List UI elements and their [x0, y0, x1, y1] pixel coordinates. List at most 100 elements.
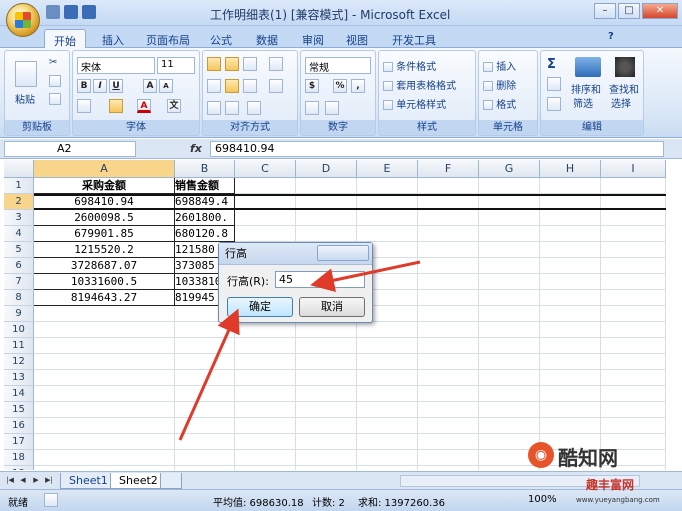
- fill-color-icon[interactable]: [109, 99, 123, 113]
- table-cell[interactable]: [34, 386, 175, 402]
- table-cell[interactable]: [357, 210, 418, 226]
- table-cell[interactable]: 采购金额: [34, 178, 175, 194]
- table-cell[interactable]: [418, 306, 479, 322]
- wrap-text-icon[interactable]: [269, 57, 283, 71]
- table-cell[interactable]: 698849.4: [175, 194, 235, 210]
- tab-data[interactable]: 数据: [250, 29, 284, 48]
- column-header-b[interactable]: B: [175, 160, 235, 178]
- table-cell[interactable]: [235, 354, 296, 370]
- table-cell[interactable]: [296, 386, 357, 402]
- table-cell[interactable]: [418, 322, 479, 338]
- table-cell[interactable]: [235, 418, 296, 434]
- table-cell[interactable]: [418, 274, 479, 290]
- table-cell[interactable]: [479, 194, 540, 210]
- borders-icon[interactable]: [77, 99, 91, 113]
- format-as-table-button[interactable]: 套用表格格式: [383, 77, 456, 92]
- office-button[interactable]: [6, 3, 40, 37]
- table-cell[interactable]: [34, 402, 175, 418]
- table-cell[interactable]: [296, 210, 357, 226]
- tab-page-layout[interactable]: 页面布局: [140, 29, 196, 48]
- align-center-icon[interactable]: [225, 79, 239, 93]
- minimize-button[interactable]: –: [594, 3, 616, 19]
- table-cell[interactable]: [601, 242, 666, 258]
- table-cell[interactable]: [418, 402, 479, 418]
- table-cell[interactable]: [357, 370, 418, 386]
- table-cell[interactable]: [296, 194, 357, 210]
- name-box[interactable]: A2: [4, 141, 136, 157]
- column-header-a[interactable]: A: [34, 160, 175, 178]
- table-cell[interactable]: [540, 274, 601, 290]
- align-left-icon[interactable]: [207, 79, 221, 93]
- table-cell[interactable]: [418, 210, 479, 226]
- table-cell[interactable]: [34, 370, 175, 386]
- table-cell[interactable]: [357, 386, 418, 402]
- merge-center-icon[interactable]: [269, 79, 283, 93]
- find-select-label-2[interactable]: 选择: [611, 95, 631, 110]
- table-cell[interactable]: [296, 178, 357, 194]
- table-cell[interactable]: [34, 322, 175, 338]
- table-cell[interactable]: 680120.8: [175, 226, 235, 242]
- cut-icon[interactable]: ✂: [49, 57, 57, 68]
- row-header[interactable]: 18: [4, 450, 34, 466]
- table-cell[interactable]: [34, 434, 175, 450]
- table-cell[interactable]: [418, 450, 479, 466]
- table-cell[interactable]: [357, 434, 418, 450]
- table-cell[interactable]: [540, 306, 601, 322]
- table-cell[interactable]: [601, 258, 666, 274]
- row-header[interactable]: 10: [4, 322, 34, 338]
- table-cell[interactable]: [175, 370, 235, 386]
- table-cell[interactable]: [235, 322, 296, 338]
- table-cell[interactable]: [601, 178, 666, 194]
- decrease-decimal-icon[interactable]: [325, 101, 339, 115]
- underline-button[interactable]: U: [109, 79, 123, 93]
- table-cell[interactable]: [34, 306, 175, 322]
- row-header[interactable]: 16: [4, 418, 34, 434]
- table-cell[interactable]: [175, 450, 235, 466]
- table-cell[interactable]: [357, 322, 418, 338]
- table-cell[interactable]: [357, 418, 418, 434]
- orientation-icon[interactable]: [247, 101, 261, 115]
- format-cells-button[interactable]: 格式: [483, 96, 516, 111]
- table-cell[interactable]: [418, 386, 479, 402]
- delete-cells-button[interactable]: 删除: [483, 77, 516, 92]
- increase-decimal-icon[interactable]: [305, 101, 319, 115]
- currency-button[interactable]: $: [305, 79, 319, 93]
- table-cell[interactable]: [540, 338, 601, 354]
- table-cell[interactable]: [601, 418, 666, 434]
- table-cell[interactable]: [34, 466, 175, 470]
- tab-home[interactable]: 开始: [44, 29, 86, 48]
- table-cell[interactable]: [418, 354, 479, 370]
- table-cell[interactable]: [479, 226, 540, 242]
- table-cell[interactable]: [296, 354, 357, 370]
- column-header-d[interactable]: D: [296, 160, 357, 178]
- table-cell[interactable]: [175, 354, 235, 370]
- table-cell[interactable]: [479, 210, 540, 226]
- paste-button[interactable]: 粘贴: [15, 91, 35, 106]
- macro-record-icon[interactable]: [44, 493, 58, 507]
- insert-cells-button[interactable]: 插入: [483, 58, 516, 73]
- table-cell[interactable]: [418, 370, 479, 386]
- column-header-c[interactable]: C: [235, 160, 296, 178]
- table-cell[interactable]: [175, 386, 235, 402]
- find-select-icon[interactable]: [615, 57, 635, 77]
- table-cell[interactable]: [235, 386, 296, 402]
- table-cell[interactable]: [235, 178, 296, 194]
- column-header-i[interactable]: I: [601, 160, 666, 178]
- row-header[interactable]: 9: [4, 306, 34, 322]
- percent-button[interactable]: %: [333, 79, 347, 93]
- table-cell[interactable]: [479, 290, 540, 306]
- table-cell[interactable]: [479, 402, 540, 418]
- table-cell[interactable]: [357, 178, 418, 194]
- maximize-button[interactable]: □: [618, 3, 640, 19]
- row-header[interactable]: 4: [4, 226, 34, 242]
- table-cell[interactable]: [175, 434, 235, 450]
- tab-view[interactable]: 视图: [340, 29, 374, 48]
- table-cell[interactable]: [540, 322, 601, 338]
- help-icon[interactable]: ?: [608, 31, 614, 42]
- find-select-label[interactable]: 查找和: [609, 81, 639, 96]
- table-cell[interactable]: [540, 242, 601, 258]
- table-cell[interactable]: [175, 338, 235, 354]
- redo-icon[interactable]: [82, 5, 96, 19]
- table-cell[interactable]: [540, 290, 601, 306]
- row-header[interactable]: 1: [4, 178, 34, 194]
